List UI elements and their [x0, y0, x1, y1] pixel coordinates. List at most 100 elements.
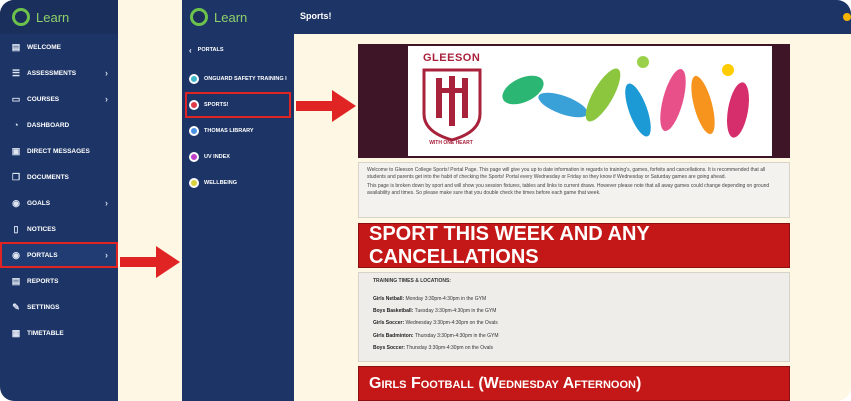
portal-item-label: UV INDEX	[204, 154, 230, 160]
notification-dot	[843, 13, 851, 21]
school-motto: WITH ONE HEART	[429, 140, 473, 146]
learn-logo-icon	[12, 8, 30, 26]
portal-icon	[189, 126, 199, 136]
training-row: Boys Soccer: Thursday 3:30pm-4:30pm on t…	[373, 345, 775, 351]
training-row: Girls Netball: Monday 3:30pm-4:30pm in t…	[373, 296, 775, 302]
portals-sidebar: Learn ‹ PORTALS ONGUARD SAFETY TRAINING …	[182, 0, 294, 401]
wrench-icon: ✎	[12, 301, 20, 312]
sidebar-item-label: DOCUMENTS	[27, 173, 69, 181]
portal-item-label: SPORTS!	[204, 102, 229, 108]
portal-item-label: WELLBEING	[204, 180, 237, 186]
chevron-right-icon: ›	[105, 198, 108, 208]
school-crest-icon	[422, 68, 482, 142]
sidebar-item-label: WELCOME	[27, 43, 61, 51]
sidebar-item-label: SETTINGS	[27, 303, 60, 311]
intro-text: Welcome to Gleeson College Sports! Porta…	[358, 162, 790, 218]
sport-name: Girls Netball:	[373, 296, 405, 302]
sidebar-item-label: REPORTS	[27, 277, 59, 285]
sidebar-item-welcome[interactable]: ▤ WELCOME	[0, 34, 118, 60]
section-heading: Girls Football (Wednesday Afternoon)	[358, 366, 790, 401]
back-to-portals[interactable]: ‹ PORTALS	[182, 34, 294, 66]
intro-paragraph: Welcome to Gleeson College Sports! Porta…	[367, 167, 766, 180]
sidebar-item-label: DIRECT MESSAGES	[27, 147, 90, 155]
report-icon: ▤	[11, 275, 21, 286]
chevron-right-icon: ›	[105, 250, 108, 260]
learn-logo-icon	[190, 8, 208, 26]
target-icon: ◉	[12, 197, 20, 208]
brand-secondary[interactable]: Learn	[182, 0, 294, 34]
portal-icon	[189, 100, 199, 110]
checklist-icon: ☰	[11, 67, 21, 78]
sidebar-item-direct-messages[interactable]: ▣ DIRECT MESSAGES	[0, 138, 118, 164]
sidebar-item-label: DASHBOARD	[27, 121, 70, 129]
chevron-right-icon: ›	[105, 94, 108, 104]
school-name: GLEESON	[423, 52, 481, 64]
sport-schedule: Tuesday 3:30pm-4:30pm in the GYM	[414, 308, 497, 315]
page-title: Sports!	[300, 11, 332, 21]
sport-name: Boys Basketball:	[373, 308, 414, 315]
gauge-icon: ◔	[13, 120, 19, 130]
portal-icon	[189, 178, 199, 188]
red-arrow-icon	[296, 90, 356, 122]
back-label: PORTALS	[197, 47, 224, 53]
documents-icon: ❐	[11, 171, 21, 182]
sport-schedule: Monday 3:30pm-4:30pm in the GYM	[405, 296, 487, 302]
sidebar-item-label: GOALS	[27, 199, 51, 207]
sidebar-item-label: NOTICES	[27, 225, 56, 233]
training-row: Girls Soccer: Wednesday 3:30pm-4:30pm on…	[373, 320, 775, 326]
monitor-icon: ▭	[11, 93, 21, 104]
portal-icon: ◉	[12, 249, 20, 260]
chevron-left-icon: ‹	[189, 45, 192, 55]
notice-icon: ▯	[13, 223, 19, 234]
sidebar-item-dashboard[interactable]: ◔ DASHBOARD	[0, 112, 118, 138]
portal-item-onguard-safety-training-i[interactable]: ONGUARD SAFETY TRAINING I	[182, 66, 294, 92]
training-row: Boys Basketball: Tuesday 3:30pm-4:30pm i…	[373, 308, 775, 314]
athletes-illustration	[502, 56, 749, 138]
brand-label: Learn	[214, 9, 248, 25]
intro-paragraph: This page is broken down by sport and wi…	[367, 183, 770, 196]
sidebar-item-goals[interactable]: ◉ GOALS ›	[0, 190, 118, 216]
brand[interactable]: Learn	[0, 0, 118, 34]
portal-item-thomas-library[interactable]: THOMAS LIBRARY	[182, 118, 294, 144]
red-arrow-icon	[120, 246, 180, 278]
sidebar-item-label: ASSESSMENTS	[27, 69, 77, 77]
sport-schedule: Thursday 3:30pm-4:30pm on the Ovals	[406, 344, 493, 351]
portal-item-wellbeing[interactable]: WELLBEING	[182, 170, 294, 196]
sidebar-item-label: TIMETABLE	[27, 329, 64, 337]
training-heading: TRAINING TIMES & LOCATIONS:	[373, 278, 451, 284]
portal-content: GLEESON WITH ONE HEART Welcome to Gleeso…	[358, 44, 790, 401]
sports-banner: GLEESON WITH ONE HEART	[358, 44, 790, 158]
sport-name: Boys Soccer:	[373, 344, 405, 351]
section-heading: SPORT THIS WEEK AND ANY CANCELLATIONS	[358, 223, 790, 268]
primary-sidebar: Learn ▤ WELCOME ☰ ASSESSMENTS › ▭ COURSES › ◔ DAS…	[0, 0, 118, 401]
sidebar-item-settings[interactable]: ✎ SETTINGS	[0, 294, 118, 320]
training-times: TRAINING TIMES & LOCATIONS: Girls Netbal…	[358, 272, 790, 362]
portal-item-uv-index[interactable]: UV INDEX	[182, 144, 294, 170]
portal-item-sports[interactable]: SPORTS!	[185, 92, 291, 118]
sidebar-item-documents[interactable]: ❐ DOCUMENTS	[0, 164, 118, 190]
doc-icon: ▤	[11, 41, 21, 52]
brand-label: Learn	[36, 9, 70, 25]
sidebar-item-portals[interactable]: ◉ PORTALS ›	[0, 242, 118, 268]
banner-image: GLEESON WITH ONE HEART	[408, 46, 772, 156]
sidebar-item-reports[interactable]: ▤ REPORTS	[0, 268, 118, 294]
sidebar-item-label: COURSES	[27, 95, 60, 103]
chevron-right-icon: ›	[105, 68, 108, 78]
portal-item-label: THOMAS LIBRARY	[204, 128, 254, 134]
sport-name: Girls Badminton:	[373, 332, 414, 339]
sport-name: Girls Soccer:	[373, 320, 405, 327]
calendar-icon: ▦	[11, 327, 21, 338]
sport-schedule: Thursday 3:30pm-4:30pm in the GYM	[414, 332, 499, 339]
sidebar-item-timetable[interactable]: ▦ TIMETABLE	[0, 320, 118, 346]
sidebar-item-label: PORTALS	[27, 251, 58, 259]
portal-icon	[189, 152, 199, 162]
sidebar-item-courses[interactable]: ▭ COURSES ›	[0, 86, 118, 112]
training-row: Girls Badminton: Thursday 3:30pm-4:30pm …	[373, 333, 775, 339]
sidebar-item-notices[interactable]: ▯ NOTICES	[0, 216, 118, 242]
portal-item-label: ONGUARD SAFETY TRAINING I	[204, 76, 287, 82]
gutter	[118, 0, 182, 401]
message-icon: ▣	[11, 145, 21, 156]
sidebar-item-assessments[interactable]: ☰ ASSESSMENTS ›	[0, 60, 118, 86]
app-window: Learn ▤ WELCOME ☰ ASSESSMENTS › ▭ COURSES › ◔ DAS…	[0, 0, 851, 401]
sport-schedule: Wednesday 3:30pm-4:30pm on the Ovals	[405, 320, 498, 327]
